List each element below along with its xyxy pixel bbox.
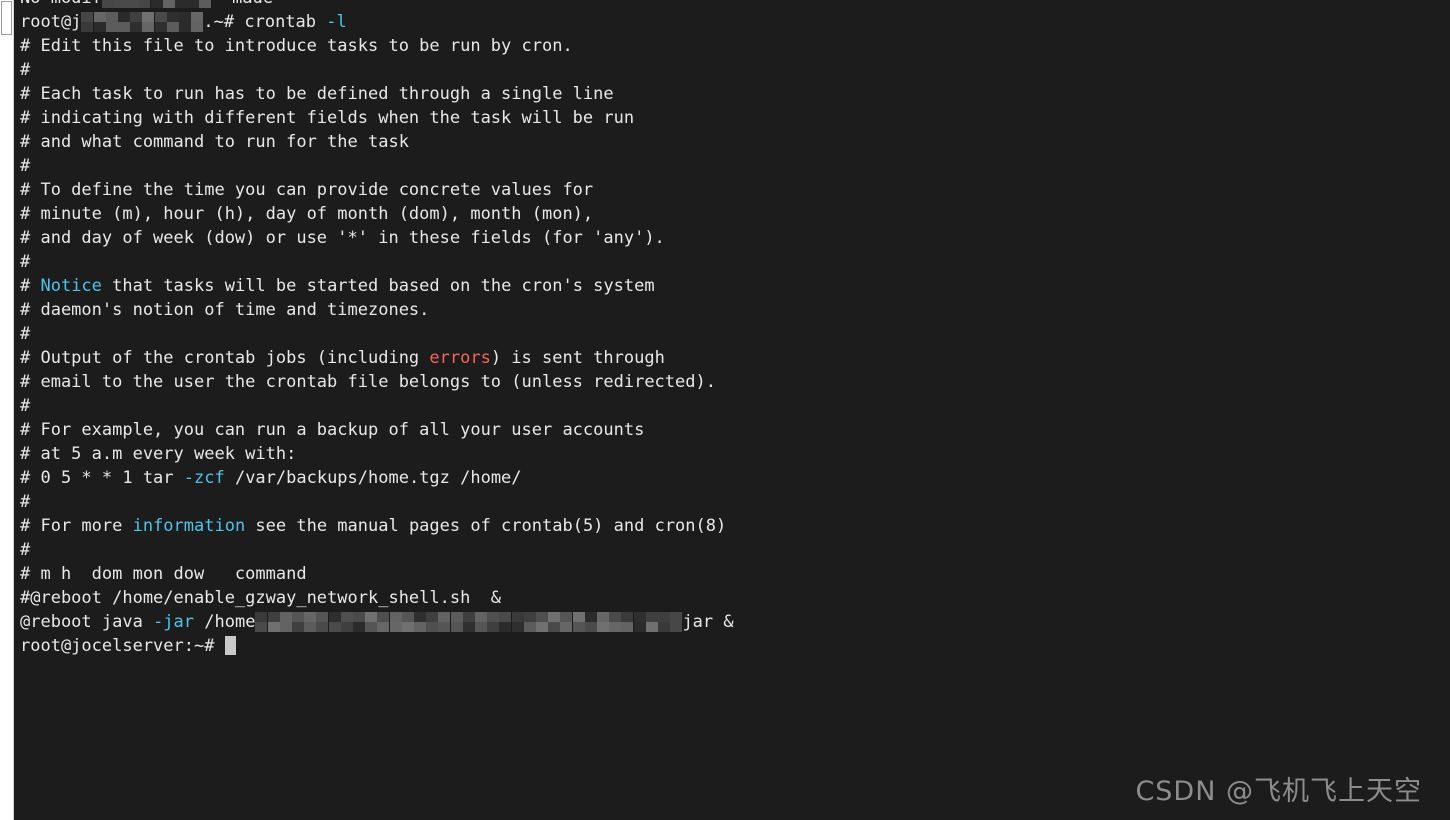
terminal-line: # email to the user the crontab file bel… xyxy=(20,370,1440,394)
terminal-text: -l xyxy=(326,12,347,32)
terminal-text: jar & xyxy=(682,612,734,632)
terminal-line: No modif made xyxy=(20,0,1440,10)
terminal-line: root@j .~# crontab -l xyxy=(20,10,1440,34)
terminal-text: # For example, you can run a backup of a… xyxy=(20,420,645,440)
terminal-text: # To define the time you can provide con… xyxy=(20,180,594,200)
terminal-text: # 0 5 * * 1 tar xyxy=(20,468,184,488)
scrollbar-thumb[interactable] xyxy=(1,1,12,35)
terminal-text: /home xyxy=(194,612,256,632)
terminal-text: # indicating with different fields when … xyxy=(20,108,635,128)
terminal-line: # xyxy=(20,154,1440,178)
terminal-line: # m h dom mon dow command xyxy=(20,562,1440,586)
terminal-line: # For more information see the manual pa… xyxy=(20,514,1440,538)
terminal-text: # xyxy=(20,492,31,512)
terminal-text: @reboot java xyxy=(20,612,154,632)
csdn-watermark: CSDN @飞机飞上天空 xyxy=(1135,776,1422,807)
terminal-text: # xyxy=(20,324,31,344)
terminal-text: # at 5 a.m every week with: xyxy=(20,444,297,464)
terminal-line: root@jocelserver:~# xyxy=(20,634,1440,658)
terminal-text: Notice xyxy=(40,276,102,296)
terminal-line: # Each task to run has to be defined thr… xyxy=(20,82,1440,106)
terminal-text: root@j xyxy=(20,12,82,32)
terminal-text: # Edit this file to introduce tasks to b… xyxy=(20,36,573,56)
terminal-text: #@reboot /home/enable_gzway_network_shel… xyxy=(20,588,502,608)
terminal-line: # minute (m), hour (h), day of month (do… xyxy=(20,202,1440,226)
terminal-line: # and what command to run for the task xyxy=(20,130,1440,154)
terminal-window[interactable]: No modif made root@j .~# crontab -l # Edit … xyxy=(14,0,1450,820)
terminal-text: No modif xyxy=(20,0,102,8)
terminal-text: # For more xyxy=(20,516,133,536)
terminal-line: # indicating with different fields when … xyxy=(20,106,1440,130)
terminal-line: # xyxy=(20,394,1440,418)
terminal-line: # xyxy=(20,250,1440,274)
terminal-text: made xyxy=(212,0,273,8)
terminal-line: # For example, you can run a backup of a… xyxy=(20,418,1440,442)
text-cursor xyxy=(224,636,236,655)
terminal-text: # and what command to run for the task xyxy=(20,132,409,152)
terminal-line: # xyxy=(20,538,1440,562)
terminal-line: # To define the time you can provide con… xyxy=(20,178,1440,202)
terminal-line: # daemon's notion of time and timezones. xyxy=(20,298,1440,322)
terminal-text: root@jocelserver:~# xyxy=(20,636,225,656)
terminal-screen: No modif made root@j .~# crontab -l # Edit … xyxy=(0,0,1450,820)
terminal-line: @reboot java -jar /home jar & xyxy=(20,610,1440,634)
terminal-text: that tasks will be started based on the … xyxy=(101,276,655,296)
terminal-line: # Notice that tasks will be started base… xyxy=(20,274,1440,298)
terminal-line: # xyxy=(20,322,1440,346)
terminal-text: ) is sent through xyxy=(490,348,665,368)
terminal-line: # Output of the crontab jobs (including … xyxy=(20,346,1440,370)
terminal-text: -zcf xyxy=(183,468,225,488)
terminal-line: # at 5 a.m every week with: xyxy=(20,442,1440,466)
terminal-line: #@reboot /home/enable_gzway_network_shel… xyxy=(20,586,1440,610)
terminal-output: No modif made root@j .~# crontab -l # Edit … xyxy=(20,0,1440,658)
redaction-mosaic xyxy=(255,611,683,633)
terminal-text: # xyxy=(20,156,31,176)
terminal-text: -jar xyxy=(153,612,195,632)
terminal-text: # m h dom mon dow command xyxy=(20,564,307,584)
terminal-text: # xyxy=(20,252,31,272)
terminal-line: # xyxy=(20,58,1440,82)
terminal-text: /var/backups/home.tgz /home/ xyxy=(224,468,522,488)
terminal-text: # xyxy=(20,60,31,80)
terminal-text: # Each task to run has to be defined thr… xyxy=(20,84,614,104)
redaction-mosaic xyxy=(101,0,212,9)
terminal-line: # and day of week (dow) or use '*' in th… xyxy=(20,226,1440,250)
terminal-text: errors xyxy=(429,348,491,368)
terminal-line: # 0 5 * * 1 tar -zcf /var/backups/home.t… xyxy=(20,466,1440,490)
redaction-mosaic xyxy=(81,11,204,33)
terminal-text: # Output of the crontab jobs (including xyxy=(20,348,430,368)
terminal-text: # and day of week (dow) or use '*' in th… xyxy=(20,228,665,248)
terminal-line: # xyxy=(20,490,1440,514)
terminal-text: # email to the user the crontab file bel… xyxy=(20,372,716,392)
terminal-text: # xyxy=(20,276,41,296)
terminal-text: # xyxy=(20,396,31,416)
terminal-text: .~# crontab xyxy=(203,12,327,32)
vertical-scrollbar[interactable] xyxy=(0,0,14,820)
terminal-line: # Edit this file to introduce tasks to b… xyxy=(20,34,1440,58)
terminal-text: # daemon's notion of time and timezones. xyxy=(20,300,430,320)
terminal-text: # xyxy=(20,540,31,560)
terminal-text: see the manual pages of crontab(5) and c… xyxy=(245,516,727,536)
terminal-text: information xyxy=(132,516,246,536)
terminal-text: # minute (m), hour (h), day of month (do… xyxy=(20,204,594,224)
